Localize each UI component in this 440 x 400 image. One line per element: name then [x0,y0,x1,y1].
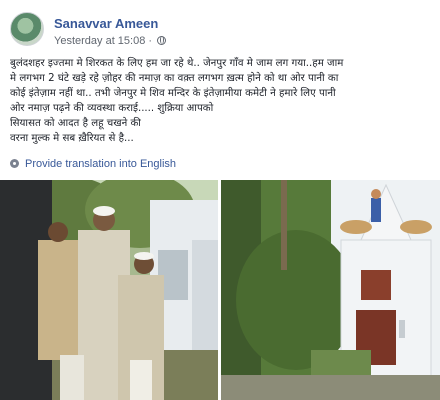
temple-photo[interactable] [221,180,440,400]
post-text-line: ओर नमाज़ पढ़ने की व्यवस्था कराई..... शुक… [10,103,214,114]
post-text-line: कोई इंतेज़ाम नहीं था.. तभी जेनपुर मे शिव… [10,88,336,99]
post-text: बुलंदशहर इज्तमा मे शिरकत के लिए हम जा रह… [10,56,430,146]
translate-gear-icon [10,159,19,168]
post-text-line: मे लगभग 2 घंटे खड़े रहे ज़ोहर की नमाज़ क… [10,73,339,84]
temple-illustration [221,180,440,400]
timestamp[interactable]: Yesterday at 15:08 [54,35,145,47]
men-praying-illustration [0,180,218,400]
post-header: Sanavvar Ameen Yesterday at 15:08 · [8,10,432,50]
post-card: Sanavvar Ameen Yesterday at 15:08 · बुलं… [0,0,440,400]
post-meta: Yesterday at 15:08 · [54,35,167,47]
translate-link[interactable]: Provide translation into English [10,158,176,170]
meta-separator: · [148,35,153,47]
post-text-line: सियासत को आदत है लहू चखने की [10,118,141,129]
author-name[interactable]: Sanavvar Ameen [54,16,158,31]
globe-icon[interactable] [157,36,167,45]
post-text-line: वरना मुल्क मे सब ख़ैरियत से है... [10,133,134,144]
translate-label[interactable]: Provide translation into English [25,158,176,170]
post-text-line: बुलंदशहर इज्तमा मे शिरकत के लिए हम जा रह… [10,58,344,69]
men-praying-photo[interactable] [0,180,218,400]
avatar[interactable] [10,12,44,46]
